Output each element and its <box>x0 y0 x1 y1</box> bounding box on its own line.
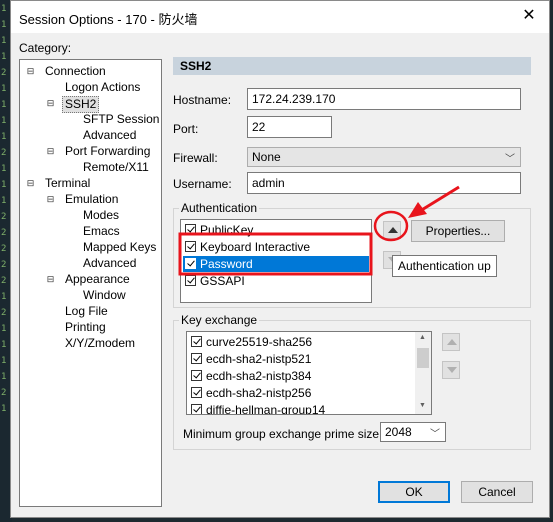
annotation-arrow-line <box>419 185 460 213</box>
highlight-box <box>178 232 373 276</box>
highlight-circle <box>373 210 409 242</box>
annotation-overlay <box>178 185 460 276</box>
